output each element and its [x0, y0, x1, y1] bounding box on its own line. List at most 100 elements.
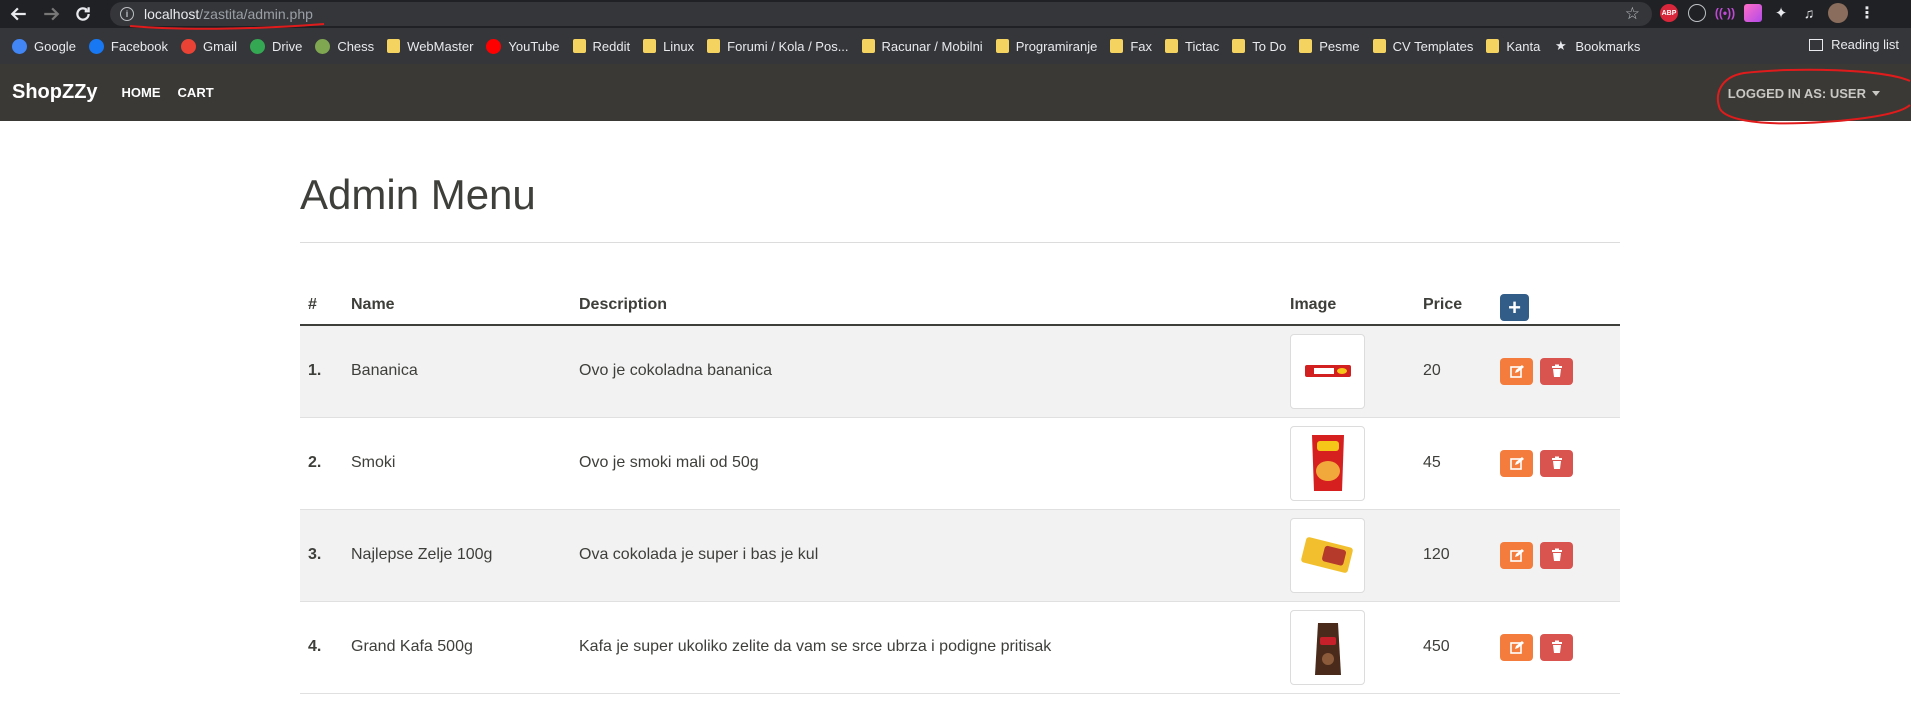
reload-button[interactable]	[70, 1, 96, 27]
trash-icon	[1551, 364, 1562, 378]
star-icon: ★	[1555, 38, 1567, 53]
bookmark-item[interactable]: ★ Bookmarks	[1553, 38, 1640, 54]
product-description: Ova cokolada je super i bas je kul	[571, 509, 1282, 602]
row-number: 3.	[300, 509, 343, 602]
bookmark-item[interactable]: Fax	[1110, 39, 1152, 54]
bookmark-item[interactable]: Google	[12, 38, 76, 54]
row-number: 1.	[300, 325, 343, 418]
bookmark-label: Google	[34, 38, 76, 54]
edit-button[interactable]	[1500, 633, 1533, 661]
chess-icon	[315, 38, 331, 54]
edit-icon	[1509, 549, 1524, 562]
edit-button[interactable]	[1500, 357, 1533, 385]
bookmark-item[interactable]: Facebook	[88, 38, 168, 54]
row-actions	[1492, 417, 1620, 510]
header-image: Image	[1282, 283, 1415, 326]
cast-extension-icon[interactable]: ((•))	[1715, 4, 1735, 22]
edit-button[interactable]	[1500, 449, 1533, 477]
bookmark-label: CV Templates	[1392, 38, 1474, 54]
folder-icon	[1372, 39, 1386, 53]
product-image-cell	[1282, 325, 1415, 418]
product-description: Kafa je super ukoliko zelite da vam se s…	[571, 601, 1282, 694]
product-description: Ovo je cokoladna bananica	[571, 325, 1282, 418]
product-price: 450	[1415, 601, 1492, 694]
row-number: 4.	[300, 601, 343, 694]
bookmark-label: Chess	[337, 38, 375, 54]
reading-list-label: Reading list	[1831, 37, 1899, 52]
delete-button[interactable]	[1540, 633, 1573, 661]
color-extension-icon[interactable]	[1744, 4, 1762, 22]
bookmark-item[interactable]: Linux	[643, 39, 694, 54]
bookmark-item[interactable]: WebMaster	[387, 39, 473, 54]
delete-button[interactable]	[1540, 357, 1573, 385]
address-bar[interactable]: i localhost/zastita/admin.php ☆	[110, 2, 1652, 26]
bookmark-item[interactable]: Tictac	[1165, 39, 1219, 54]
delete-button[interactable]	[1540, 449, 1573, 477]
arrow-left-icon	[10, 7, 26, 21]
bookmark-item[interactable]: YouTube	[486, 38, 560, 54]
main-content: Admin Menu # Name Description Image Pric…	[300, 121, 1620, 694]
url-text: localhost/zastita/admin.php	[144, 6, 313, 22]
bookmark-label: WebMaster	[407, 38, 474, 54]
add-product-button[interactable]: +	[1500, 294, 1529, 321]
profile-avatar[interactable]	[1828, 3, 1848, 23]
bookmark-item[interactable]: Drive	[249, 38, 303, 54]
bookmark-label: Forumi / Kola / Pos...	[727, 38, 849, 54]
extension-icon[interactable]	[1688, 4, 1706, 22]
bookmark-item[interactable]: CV Templates	[1372, 38, 1474, 54]
drive-icon	[249, 38, 265, 54]
forward-button[interactable]	[38, 1, 64, 27]
header-actions: +	[1492, 283, 1620, 326]
bookmark-item[interactable]: To Do	[1232, 39, 1286, 54]
table-row: 3. Najlepse Zelje 100g Ova cokolada je sup…	[300, 509, 1620, 602]
bookmark-item[interactable]: Forumi / Kola / Pos...	[707, 38, 849, 54]
row-actions	[1492, 509, 1620, 602]
kebab-menu-icon[interactable]: ⋮	[1858, 4, 1876, 22]
delete-button[interactable]	[1540, 541, 1573, 569]
title-divider	[300, 242, 1620, 243]
bookmark-label: Drive	[271, 38, 303, 54]
puzzle-icon[interactable]: ✦	[1772, 4, 1790, 22]
header-description: Description	[571, 283, 1282, 326]
nav-link-cart[interactable]: CART	[178, 85, 214, 100]
edit-button[interactable]	[1500, 541, 1533, 569]
bookmark-item[interactable]: Gmail	[181, 38, 237, 54]
back-button[interactable]	[6, 1, 32, 27]
reading-list-button[interactable]: Reading list	[1809, 37, 1899, 52]
reload-icon	[76, 7, 90, 21]
google-icon	[12, 38, 27, 54]
info-icon[interactable]: i	[120, 7, 134, 21]
media-queue-icon[interactable]: ♫	[1800, 4, 1818, 22]
bookmark-item[interactable]: Chess	[315, 38, 375, 54]
nav-link-home[interactable]: HOME	[122, 85, 161, 100]
app-navbar: ShopZZy HOME CART LOGGED IN AS: USER	[0, 64, 1911, 121]
bookmark-item[interactable]: Programiranje	[995, 39, 1097, 54]
folder-icon	[707, 39, 721, 53]
url-host: localhost	[144, 6, 200, 22]
bookmark-item[interactable]: Pesme	[1299, 39, 1360, 54]
bookmark-label: To Do	[1252, 38, 1287, 54]
trash-icon	[1551, 548, 1562, 561]
bookmark-item[interactable]: Kanta	[1486, 39, 1540, 54]
folder-icon	[1232, 39, 1246, 53]
bookmark-label: YouTube	[508, 38, 560, 54]
adblock-extension-icon[interactable]: ABP	[1660, 4, 1678, 22]
url-path: /zastita/admin.php	[199, 6, 313, 22]
brand-logo[interactable]: ShopZZy	[12, 81, 98, 104]
row-actions	[1492, 601, 1620, 694]
bookmark-star-icon[interactable]: ☆	[1625, 4, 1640, 24]
product-name: Najlepse Zelje 100g	[343, 509, 571, 602]
user-dropdown[interactable]: LOGGED IN AS: USER	[1728, 86, 1880, 101]
user-dropdown-label: LOGGED IN AS: USER	[1727, 86, 1866, 101]
header-name: Name	[343, 283, 571, 326]
table-header-row: # Name Description Image Price +	[300, 283, 1620, 326]
bookmark-label: Reddit	[592, 38, 631, 54]
bookmark-item[interactable]: Reddit	[572, 38, 631, 54]
smoki-product-image	[1290, 425, 1365, 501]
folder-icon	[572, 39, 586, 53]
bookmark-item[interactable]: Racunar / Mobilni	[861, 39, 983, 54]
browser-toolbar: i localhost/zastita/admin.php ☆ ABP ((•)…	[0, 0, 1911, 28]
table-row: 4. Grand Kafa 500g Kafa je super ukoliko z…	[300, 601, 1620, 694]
gmail-icon	[181, 38, 197, 54]
bookmarks-bar: Google Facebook Gmail Drive Chess WebMaster Yo…	[0, 28, 1911, 64]
